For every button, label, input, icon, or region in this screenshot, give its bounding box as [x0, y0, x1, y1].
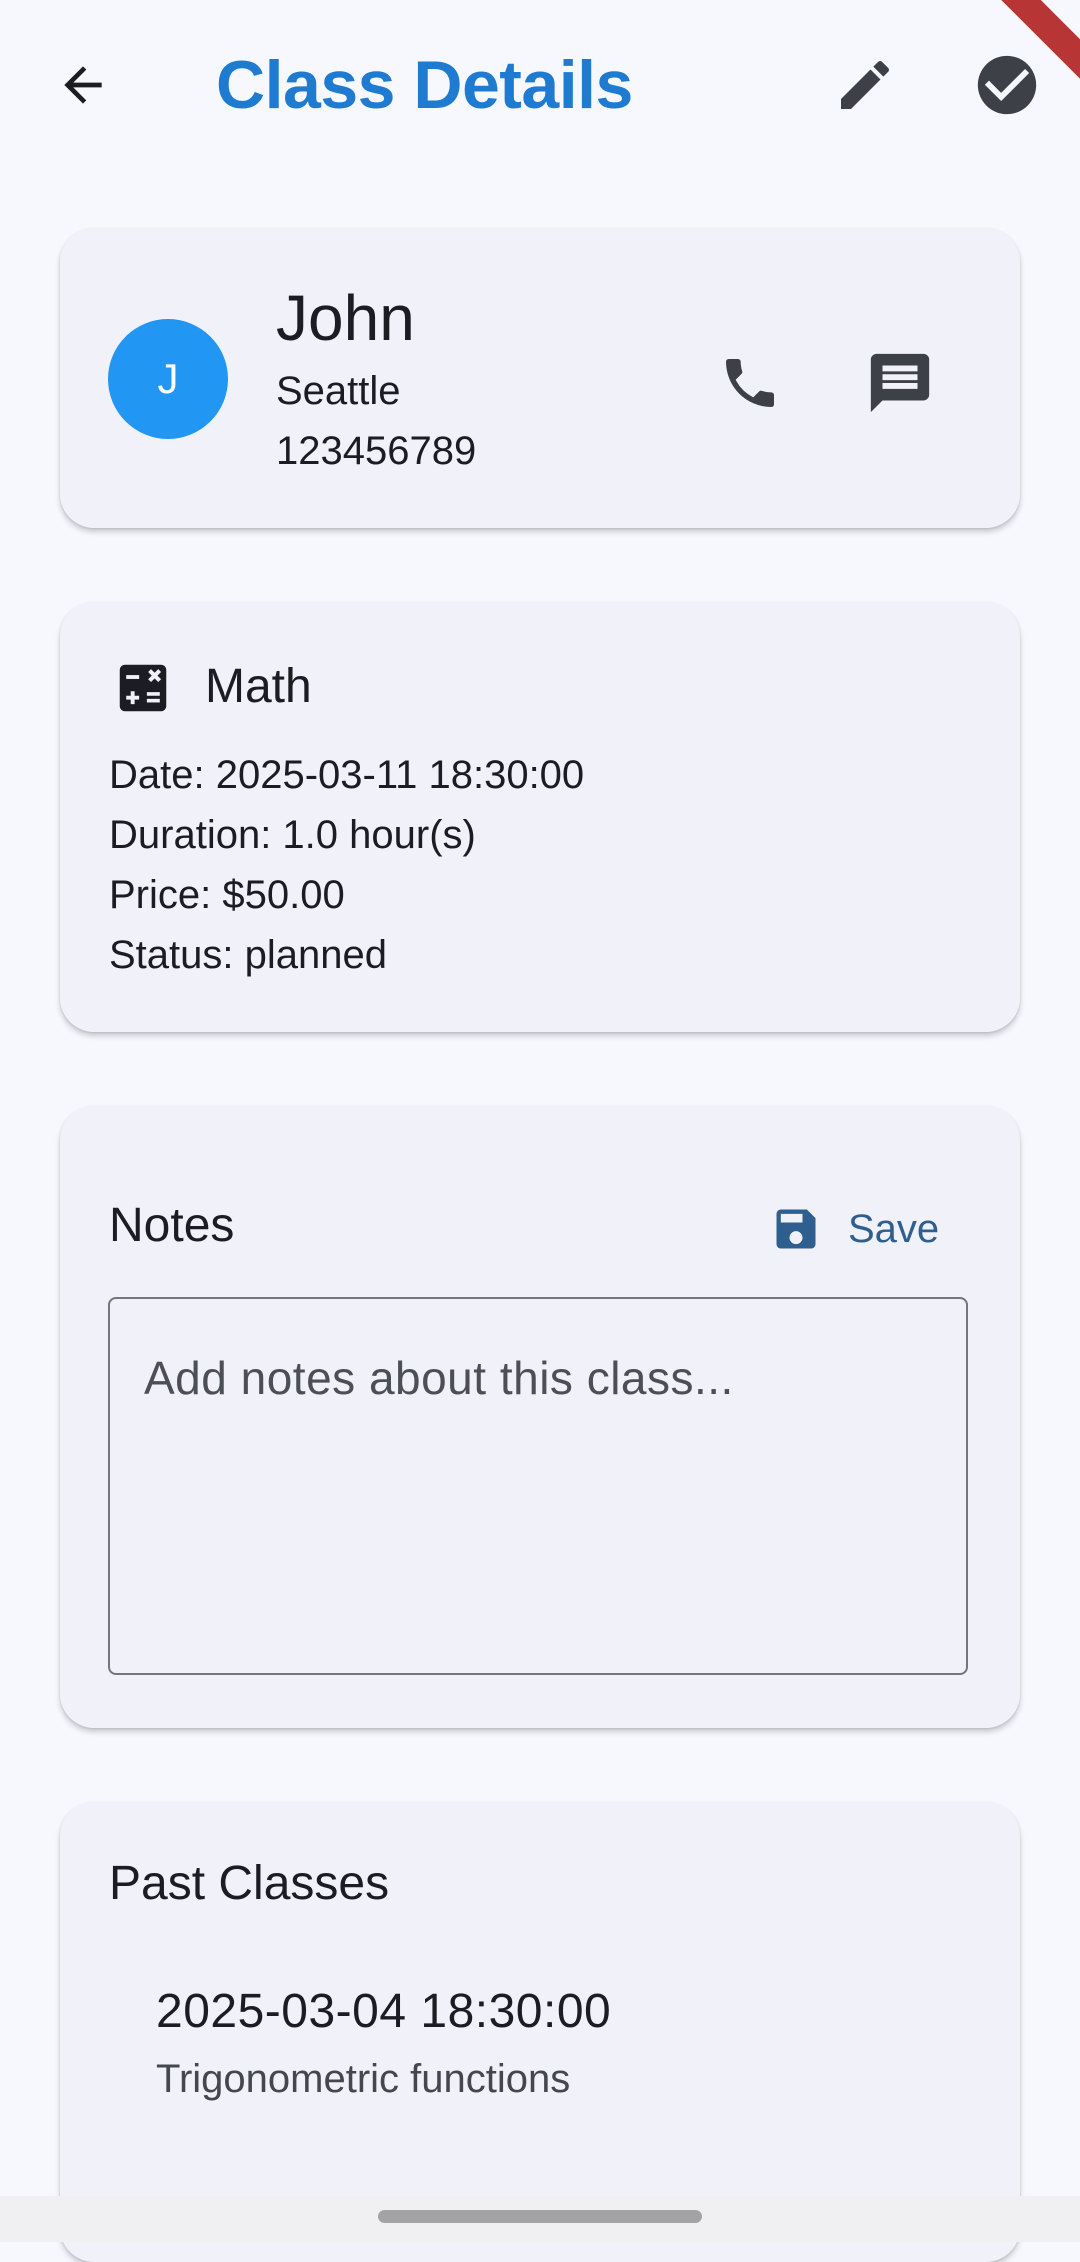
check-circle-icon	[977, 55, 1037, 115]
system-nav-bar	[0, 2196, 1080, 2242]
class-info-card: Math Date: 2025-03-11 18:30:00 Duration:…	[60, 602, 1020, 1032]
save-icon	[776, 1209, 816, 1249]
student-phone: 123456789	[276, 429, 477, 473]
past-classes-title: Past Classes	[109, 1857, 390, 1910]
student-contact-card: J John Seattle 123456789	[60, 228, 1020, 528]
edit-button[interactable]	[820, 45, 910, 125]
home-indicator[interactable]	[378, 2210, 702, 2223]
call-button[interactable]	[710, 343, 790, 423]
arrow-back-icon	[64, 66, 102, 104]
avatar: J	[108, 319, 228, 439]
notes-title: Notes	[109, 1199, 235, 1252]
class-status: Status: planned	[109, 933, 387, 977]
class-price: Price: $50.00	[109, 873, 345, 917]
notes-card: Notes Save	[60, 1106, 1020, 1728]
save-label: Save	[848, 1206, 940, 1251]
complete-class-button[interactable]	[962, 40, 1052, 130]
phone-icon	[726, 359, 774, 407]
save-notes-button[interactable]: Save	[752, 1194, 957, 1264]
past-classes-card: Past Classes 2025-03-04 18:30:00 Trigono…	[60, 1802, 1020, 2262]
message-icon	[870, 353, 930, 413]
back-button[interactable]	[43, 45, 123, 125]
calculate-icon	[119, 664, 167, 712]
notes-input[interactable]	[108, 1297, 968, 1675]
subject-name: Math	[205, 660, 312, 713]
edit-pencil-icon	[841, 60, 890, 109]
past-class-topic: Trigonometric functions	[156, 2057, 571, 2101]
past-class-item[interactable]: 2025-03-04 18:30:00 Trigonometric functi…	[60, 1982, 1020, 2132]
page-title: Class Details	[216, 47, 633, 123]
past-class-date: 2025-03-04 18:30:00	[156, 1985, 612, 2038]
student-city: Seattle	[276, 369, 401, 413]
student-name: John	[276, 282, 415, 354]
app-bar: Class Details	[0, 0, 1080, 170]
class-date: Date: 2025-03-11 18:30:00	[109, 753, 585, 797]
avatar-initial: J	[157, 355, 179, 402]
message-button[interactable]	[850, 343, 950, 423]
class-duration: Duration: 1.0 hour(s)	[109, 813, 476, 857]
